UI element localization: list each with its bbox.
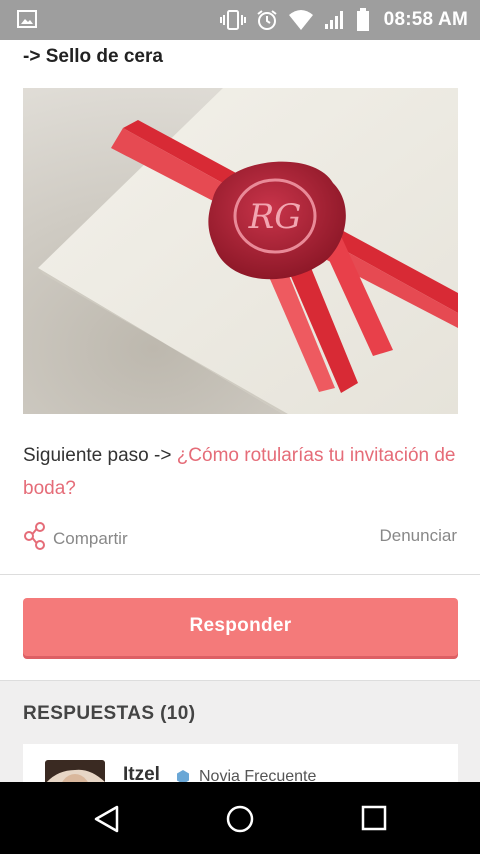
share-icon	[23, 522, 47, 555]
battery-icon	[356, 8, 370, 32]
status-bar: 08:58 AM	[0, 0, 480, 40]
share-label: Compartir	[53, 528, 128, 548]
badge-icon	[175, 769, 191, 782]
avatar[interactable]	[45, 760, 105, 782]
next-step-text: Siguiente paso -> ¿Cómo rotularías tu in…	[23, 439, 463, 505]
home-icon[interactable]	[225, 804, 255, 839]
recents-icon[interactable]	[360, 804, 388, 837]
share-button[interactable]: Compartir	[23, 522, 128, 555]
next-step-prefix: Siguiente paso ->	[23, 445, 177, 466]
section-title: -> Sello de cera	[23, 46, 163, 67]
reply-button[interactable]: Responder	[23, 598, 458, 656]
report-link[interactable]: Denunciar	[380, 526, 458, 546]
status-time: 08:58 AM	[383, 9, 468, 30]
signal-icon	[324, 9, 346, 31]
post-content[interactable]: -> Sello de cera RG Siguiente paso -> ¿C…	[0, 40, 480, 782]
alarm-icon	[256, 9, 278, 31]
author-role: Novia Frecuente	[199, 768, 317, 782]
status-icons	[220, 8, 370, 32]
answer-card[interactable]: Itzel Novia Frecuente	[23, 744, 458, 782]
vibrate-icon	[220, 9, 246, 31]
wifi-icon	[288, 9, 314, 31]
back-icon[interactable]	[93, 804, 121, 839]
post-image[interactable]: RG	[23, 88, 458, 414]
answers-section: RESPUESTAS (10) Itzel Novia Frecuente	[0, 681, 480, 782]
answers-title: RESPUESTAS (10)	[23, 703, 196, 724]
divider	[0, 574, 480, 575]
author-name[interactable]: Itzel	[123, 764, 160, 782]
svg-text:RG: RG	[248, 197, 302, 237]
gallery-icon	[17, 10, 37, 28]
navigation-bar	[0, 782, 480, 854]
